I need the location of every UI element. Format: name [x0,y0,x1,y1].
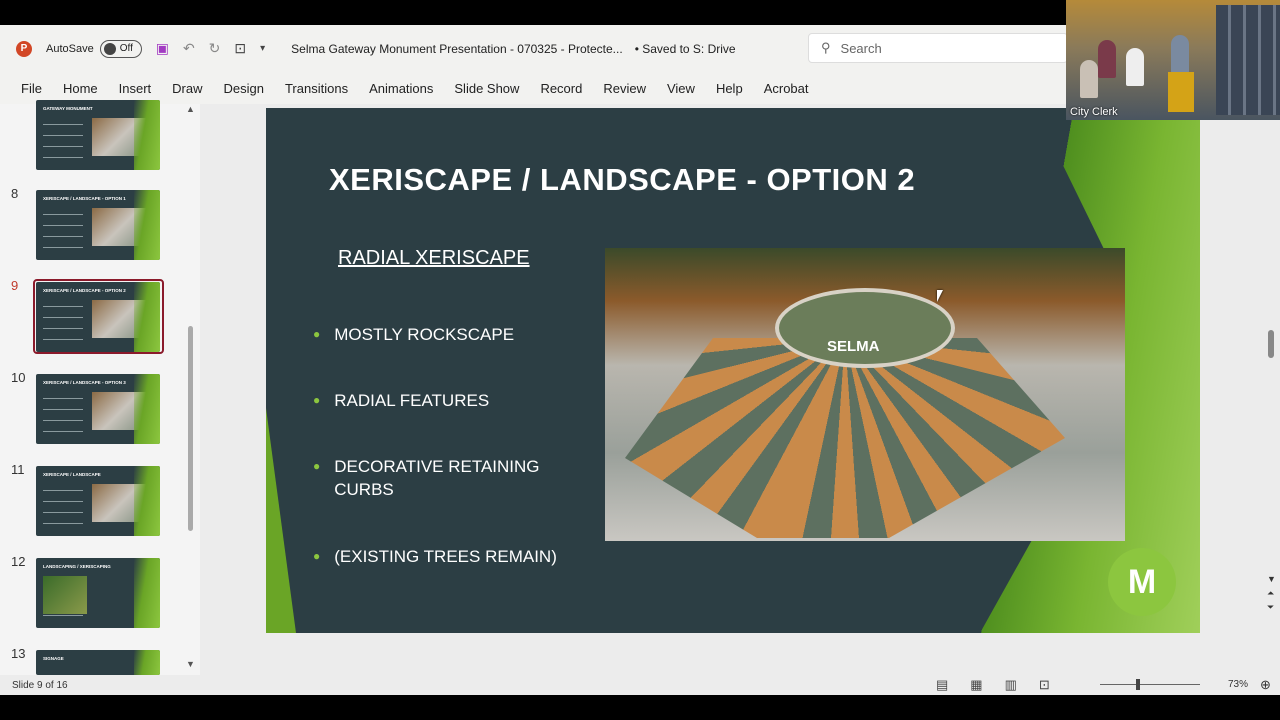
slide-thumbnail-9[interactable]: XERISCAPE / LANDSCAPE - OPTION 2 [36,282,160,352]
workspace: GATEWAY MONUMENT 8 XERISCAPE / LANDSCAPE … [0,100,1280,675]
powerpoint-logo-icon: P [16,40,32,57]
bullet-item: ● RADIAL FEATURES [313,391,490,410]
slide-number: 10 [11,370,26,385]
thumbnail-scrollbar[interactable]: ▲ ▼ [185,104,195,675]
slide-thumbnail-12[interactable]: LANDSCAPING / XERISCAPING [36,558,160,628]
scroll-down-icon[interactable]: ▼ [1267,574,1276,584]
bullet-item: ● (EXISTING TREES REMAIN) [313,547,557,566]
green-decoration [266,408,296,633]
slide-canvas[interactable]: XERISCAPE / LANDSCAPE - OPTION 2 RADIAL … [266,108,1200,633]
document-title: Selma Gateway Monument Presentation - 07… [291,41,623,56]
bullet-item: ● DECORATIVE RETAINING CURBS [313,457,540,499]
customize-toolbar-icon[interactable]: ▾ [260,43,265,54]
tab-help[interactable]: Help [716,81,743,96]
tab-review[interactable]: Review [603,81,646,96]
tab-transitions[interactable]: Transitions [285,81,348,96]
slide-thumbnail-7[interactable]: GATEWAY MONUMENT [36,100,160,170]
autosave-state: Off [119,43,133,54]
fit-to-window-icon[interactable]: ⊕ [1260,677,1271,693]
slide-number: 11 [11,462,25,477]
mouse-cursor-icon [937,290,943,302]
tab-animations[interactable]: Animations [369,81,433,96]
tab-insert[interactable]: Insert [119,81,152,96]
save-status: • Saved to S: Drive [634,41,736,56]
tab-design[interactable]: Design [224,81,264,96]
reading-view-icon[interactable]: ▥ [1005,677,1017,693]
bottom-black-bar [0,695,1280,720]
scroll-up-icon[interactable]: ▲ [186,104,195,114]
tab-view[interactable]: View [667,81,695,96]
video-participant-tile: City Clerk [1066,0,1280,120]
slide-number: 9 [11,278,19,293]
slide-number: 13 [11,646,26,661]
slide-thumbnail-10[interactable]: XERISCAPE / LANDSCAPE - OPTION 3 [36,374,160,444]
zoom-level[interactable]: 73% [1228,679,1248,690]
city-logo: M [1108,548,1176,616]
present-icon[interactable]: ⊡ [234,40,246,57]
slide-scrollbar[interactable]: ▼ ⏶ ⏷ [1264,104,1280,675]
slide-thumbnail-pane: GATEWAY MONUMENT 8 XERISCAPE / LANDSCAPE … [0,100,200,675]
redo-icon[interactable]: ↻ [209,40,221,57]
tab-file[interactable]: File [21,81,42,96]
tab-record[interactable]: Record [540,81,582,96]
slide-thumbnail-11[interactable]: XERISCAPE / LANDSCAPE [36,466,160,536]
tab-home[interactable]: Home [63,81,98,96]
autosave-toggle[interactable]: Off [99,39,142,58]
normal-view-icon[interactable]: ▤ [936,677,948,693]
save-icon[interactable]: ▣ [156,40,169,57]
tab-slide-show[interactable]: Slide Show [454,81,519,96]
search-placeholder: Search [840,40,882,56]
participant-name: City Clerk [1070,106,1118,118]
zoom-slider[interactable] [1100,679,1200,690]
previous-slide-icon[interactable]: ⏶ [1267,588,1274,599]
tab-draw[interactable]: Draw [172,81,202,96]
slide-number: 12 [11,554,26,569]
slide-show-icon[interactable]: ⊡ [1039,677,1050,693]
bullet-item: ● MOSTLY ROCKSCAPE [313,325,515,344]
landscape-rendering-image: SELMA [605,248,1125,541]
slide-subtitle: RADIAL XERISCAPE [338,247,530,269]
slide-number: 8 [11,186,19,201]
next-slide-icon[interactable]: ⏷ [1267,602,1274,613]
slide-sorter-icon[interactable]: ▦ [970,677,982,693]
scroll-down-icon[interactable]: ▼ [186,659,195,669]
slide-info: Slide 9 of 16 [12,679,68,691]
slide-thumbnail-8[interactable]: XERISCAPE / LANDSCAPE - OPTION 1 [36,190,160,260]
status-bar: Slide 9 of 16 ▤ ▦ ▥ ⊡ 73% ⊕ [0,675,1280,695]
slide-title: XERISCAPE / LANDSCAPE - OPTION 2 [329,162,916,197]
slide-thumbnail-13[interactable]: SIGNAGE [36,650,160,675]
render-sign-text: SELMA [827,338,880,355]
search-box[interactable]: ⚲ Search [808,33,1068,63]
search-icon: ⚲ [821,40,831,55]
autosave-label: AutoSave [46,42,94,55]
undo-icon[interactable]: ↶ [183,40,195,57]
tab-acrobat[interactable]: Acrobat [764,81,809,96]
